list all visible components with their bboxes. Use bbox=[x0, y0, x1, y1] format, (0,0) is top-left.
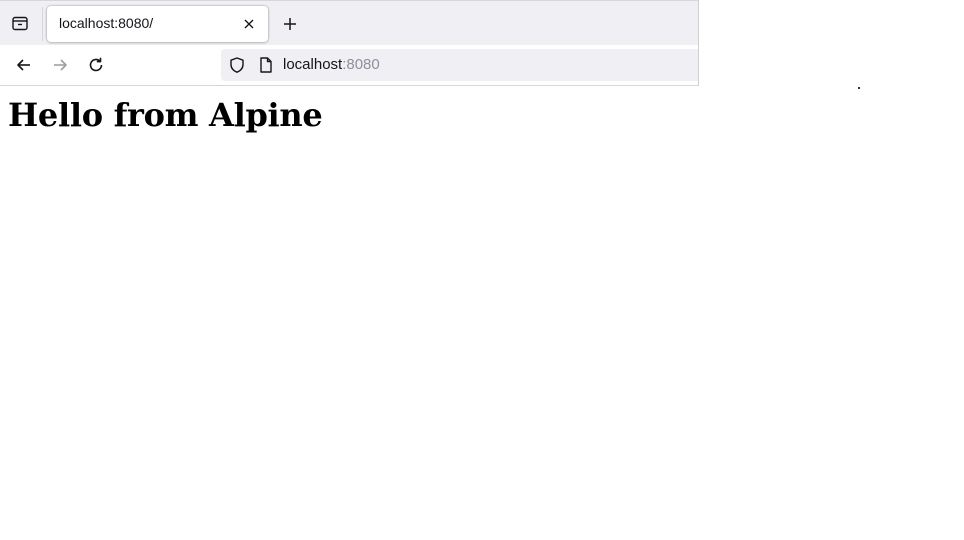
shield-icon bbox=[230, 57, 244, 73]
reload-button[interactable] bbox=[82, 51, 110, 79]
url-text[interactable]: localhost:8080 bbox=[283, 56, 380, 73]
page-icon bbox=[260, 57, 272, 73]
tab-active[interactable]: localhost:8080/ bbox=[47, 6, 268, 42]
new-tab-button[interactable] bbox=[276, 10, 304, 38]
page-heading: Hello from Alpine bbox=[8, 96, 323, 134]
tab-list-icon bbox=[12, 16, 28, 31]
tab-bar-separator bbox=[42, 7, 43, 41]
plus-icon bbox=[284, 18, 296, 30]
page-content: Hello from Alpine bbox=[0, 86, 964, 540]
tab-title: localhost:8080/ bbox=[59, 15, 154, 31]
address-bar[interactable]: localhost:8080 bbox=[221, 49, 698, 81]
browser-window: localhost:8080/ localhost:8080 bbox=[0, 0, 699, 86]
back-button[interactable] bbox=[10, 51, 38, 79]
navigation-toolbar: localhost:8080 bbox=[0, 45, 698, 86]
tab-bar: localhost:8080/ bbox=[0, 0, 698, 45]
tracking-protection-button[interactable] bbox=[228, 56, 246, 74]
url-port: :8080 bbox=[342, 56, 380, 73]
tab-close-button[interactable] bbox=[239, 14, 259, 34]
tab-list-button[interactable] bbox=[6, 9, 34, 37]
page-info-button[interactable] bbox=[257, 56, 275, 74]
forward-button[interactable] bbox=[46, 51, 74, 79]
arrow-right-icon bbox=[54, 59, 67, 71]
reload-icon bbox=[89, 57, 103, 72]
url-host: localhost bbox=[283, 56, 343, 73]
arrow-left-icon bbox=[17, 59, 30, 71]
close-icon bbox=[244, 19, 254, 29]
